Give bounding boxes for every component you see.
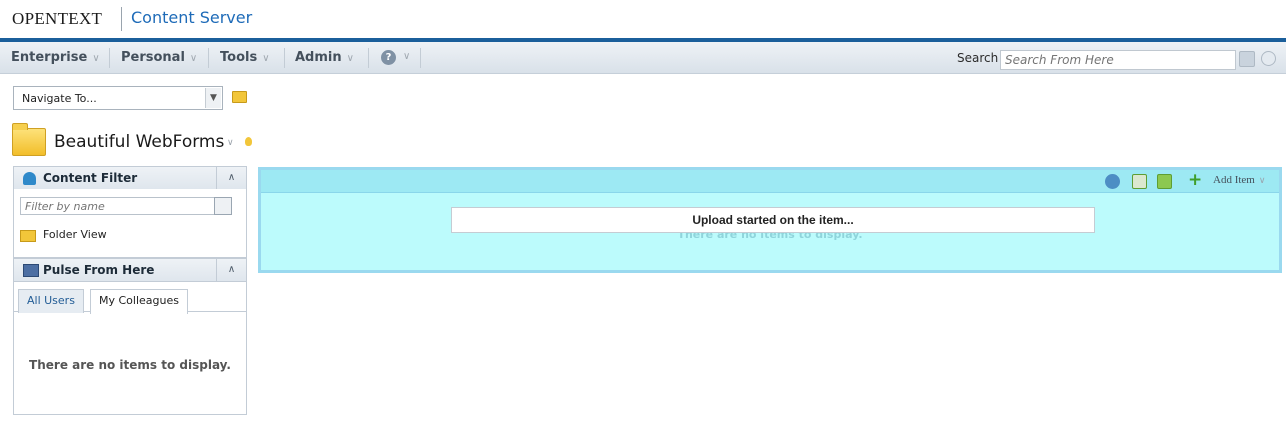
content-filter-body: Folder View — [13, 189, 247, 258]
search-input[interactable] — [1000, 50, 1236, 70]
product-name[interactable]: Content Server — [131, 8, 252, 27]
logo-divider — [121, 7, 122, 31]
go-folder-icon[interactable] — [232, 91, 247, 103]
new-document-icon[interactable] — [1132, 174, 1147, 189]
folder-icon — [20, 230, 36, 242]
chevron-down-icon: ∨ — [92, 53, 100, 64]
lightbulb-icon[interactable] — [245, 137, 252, 146]
menu-separator — [420, 48, 421, 68]
plus-icon[interactable]: + — [1188, 172, 1202, 189]
browse-drop-zone[interactable]: + Add Item ∨ There are no items to displa… — [258, 167, 1282, 273]
upload-status-message: Upload started on the item... — [451, 207, 1095, 233]
navigate-to-value: Navigate To... — [22, 92, 97, 105]
menu-separator — [109, 48, 110, 68]
pulse-header: Pulse From Here ∧ — [13, 258, 247, 282]
tab-my-colleagues[interactable]: My Colleagues — [90, 289, 188, 314]
help-icon[interactable]: ? — [381, 50, 396, 65]
tab-all-users[interactable]: All Users — [18, 289, 84, 313]
add-item-button[interactable]: Add Item ∨ — [1213, 174, 1265, 186]
menu-personal[interactable]: Personal ∨ — [121, 50, 197, 65]
refresh-icon[interactable] — [1105, 174, 1120, 189]
menu-tools[interactable]: Tools ∨ — [220, 50, 270, 65]
brand-bar: OPENTEXT Content Server — [0, 0, 1286, 40]
search-icon[interactable] — [1239, 51, 1255, 67]
menu-separator — [284, 48, 285, 68]
menu-admin[interactable]: Admin ∨ — [295, 50, 354, 65]
menu-separator — [208, 48, 209, 68]
pulse-icon — [23, 264, 39, 277]
opentext-logo[interactable]: OPENTEXT — [12, 9, 102, 29]
collapse-icon[interactable]: ∧ — [216, 167, 246, 189]
menu-bar: Enterprise ∨ Personal ∨ Tools ∨ Admin ∨ ? ∨ … — [0, 42, 1286, 74]
chevron-down-icon: ∨ — [262, 53, 270, 64]
menu-tools-label: Tools — [220, 50, 258, 65]
pulse-tabs: All Users My Colleagues — [14, 286, 246, 314]
menu-enterprise-label: Enterprise — [11, 50, 88, 65]
menu-separator — [368, 48, 369, 68]
chevron-down-icon: ∨ — [189, 53, 198, 64]
page-title[interactable]: Beautiful WebForms — [54, 132, 224, 152]
chevron-down-icon: ∨ — [346, 53, 354, 64]
content-filter-header: Content Filter ∧ — [13, 166, 247, 190]
dropdown-arrow-icon[interactable]: ▼ — [205, 88, 221, 108]
search-options-icon[interactable] — [1261, 51, 1276, 66]
add-item-label: Add Item — [1213, 174, 1255, 186]
chevron-down-icon: ∨ — [1258, 175, 1266, 185]
filter-by-name-input[interactable] — [20, 197, 232, 215]
folder-icon — [12, 123, 46, 156]
folder-view-link[interactable]: Folder View — [43, 228, 107, 241]
new-folder-icon[interactable] — [1157, 174, 1172, 189]
content-filter-title: Content Filter — [43, 171, 138, 185]
menu-enterprise[interactable]: Enterprise ∨ — [11, 50, 100, 65]
browse-toolbar: + Add Item ∨ — [261, 170, 1279, 193]
menu-admin-label: Admin — [295, 50, 342, 65]
pulse-body: All Users My Colleagues There are no ite… — [13, 282, 247, 415]
filter-icon — [23, 172, 36, 185]
chevron-down-icon[interactable]: ∨ — [227, 138, 234, 148]
pulse-empty-message: There are no items to display. — [29, 358, 231, 372]
magnifier-icon[interactable] — [214, 197, 232, 215]
menu-personal-label: Personal — [121, 50, 185, 65]
pulse-title: Pulse From Here — [43, 263, 155, 277]
collapse-icon[interactable]: ∧ — [216, 259, 246, 281]
navigate-to-select[interactable]: Navigate To... ▼ — [13, 86, 223, 110]
search-label: Search — [957, 51, 999, 65]
chevron-down-icon[interactable]: ∨ — [403, 51, 410, 62]
